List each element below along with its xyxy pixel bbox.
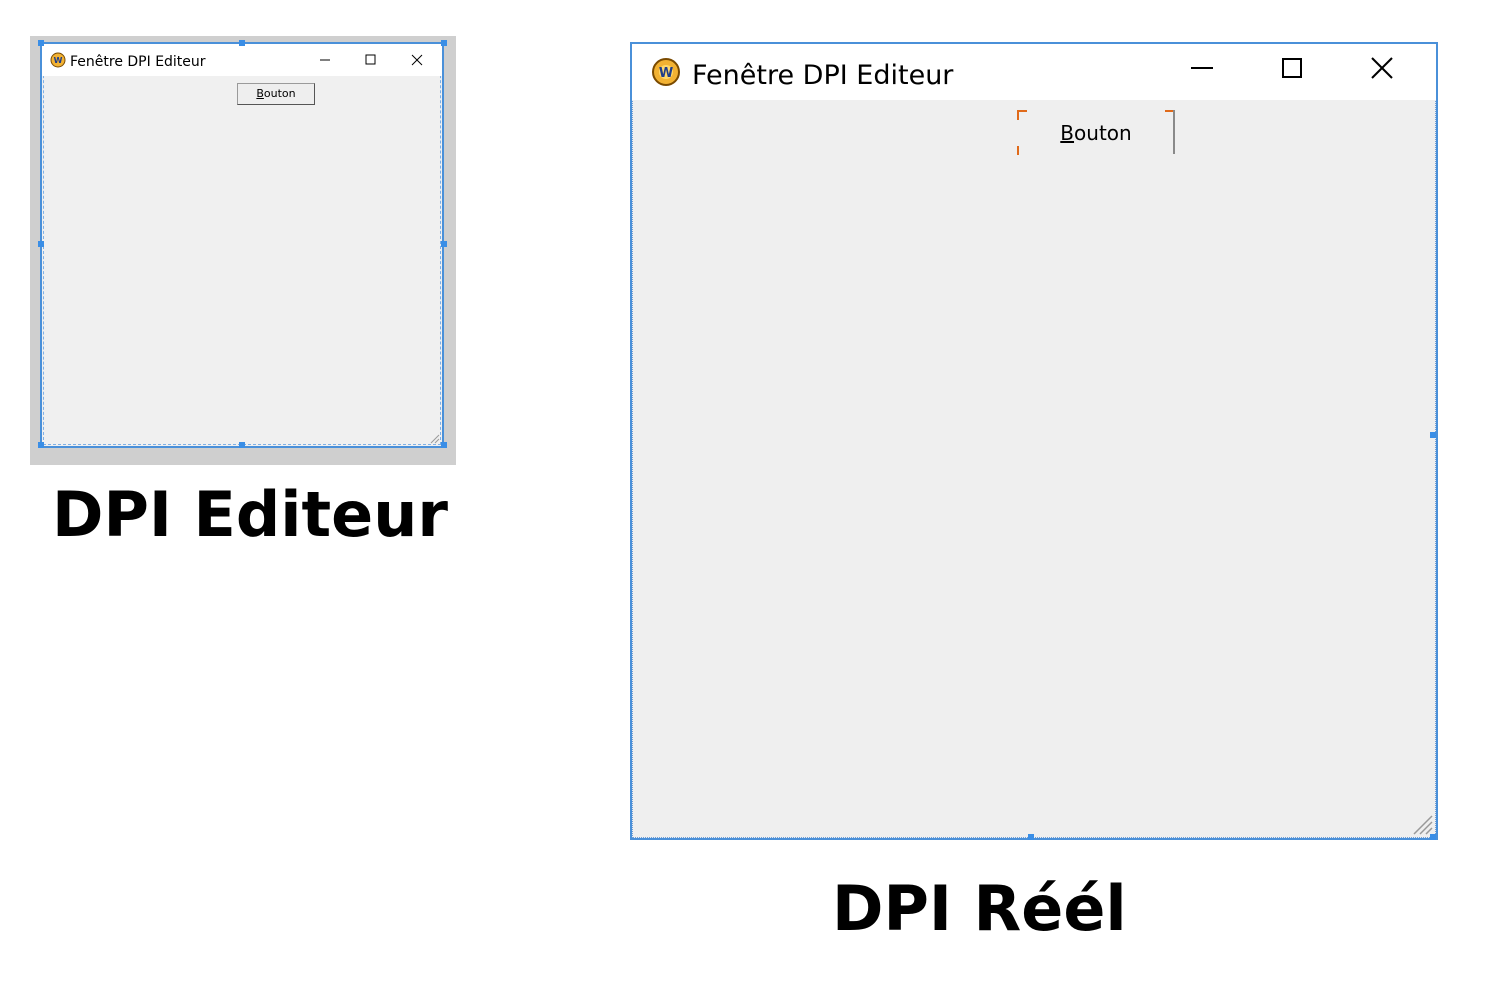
selection-handle[interactable]	[1430, 834, 1436, 840]
real-bouton-label: Bouton	[1060, 121, 1132, 145]
editor-bouton-label: Bouton	[256, 87, 296, 100]
selection-handle[interactable]	[239, 40, 245, 46]
maximize-icon[interactable]	[1267, 54, 1317, 92]
editor-title-bar[interactable]: W Fenêtre DPI Editeur	[42, 44, 442, 76]
editor-dpi-caption: DPI Editeur	[52, 478, 448, 551]
close-icon[interactable]	[1357, 54, 1407, 92]
resize-grip-icon[interactable]	[1410, 812, 1434, 836]
selection-handle[interactable]	[38, 40, 44, 46]
minimize-icon[interactable]	[310, 50, 340, 70]
editor-dpi-frame: W Fenêtre DPI Editeur Bouton	[30, 36, 456, 465]
selection-handle[interactable]	[38, 241, 44, 247]
selection-handle[interactable]	[1430, 432, 1436, 438]
real-window-title: Fenêtre DPI Editeur	[692, 60, 954, 91]
maximize-icon[interactable]	[356, 50, 386, 70]
selection-handle[interactable]	[239, 442, 245, 448]
real-title-bar[interactable]: W Fenêtre DPI Editeur	[632, 44, 1436, 100]
close-icon[interactable]	[402, 50, 432, 70]
real-bouton-button[interactable]: Bouton	[1017, 110, 1175, 156]
editor-bouton-button[interactable]: Bouton	[237, 83, 315, 105]
selection-handle[interactable]	[441, 442, 447, 448]
windev-app-icon: W	[50, 52, 66, 68]
svg-text:W: W	[659, 66, 673, 81]
selection-handle[interactable]	[441, 40, 447, 46]
selection-handle[interactable]	[1028, 834, 1034, 840]
editor-window[interactable]: W Fenêtre DPI Editeur Bouton	[40, 42, 444, 448]
minimize-icon[interactable]	[1177, 54, 1227, 92]
focus-corner-icon	[1017, 146, 1019, 155]
selection-handle[interactable]	[38, 442, 44, 448]
selection-handle[interactable]	[441, 241, 447, 247]
resize-grip-icon[interactable]	[428, 432, 440, 444]
focus-corner-icon	[1017, 110, 1027, 120]
svg-text:W: W	[54, 56, 63, 65]
real-window[interactable]: W Fenêtre DPI Editeur Bouton	[630, 42, 1438, 840]
windev-app-icon: W	[652, 58, 680, 86]
button-edge	[1173, 110, 1175, 154]
editor-window-title: Fenêtre DPI Editeur	[70, 54, 206, 70]
real-dpi-caption: DPI Réél	[832, 872, 1127, 945]
